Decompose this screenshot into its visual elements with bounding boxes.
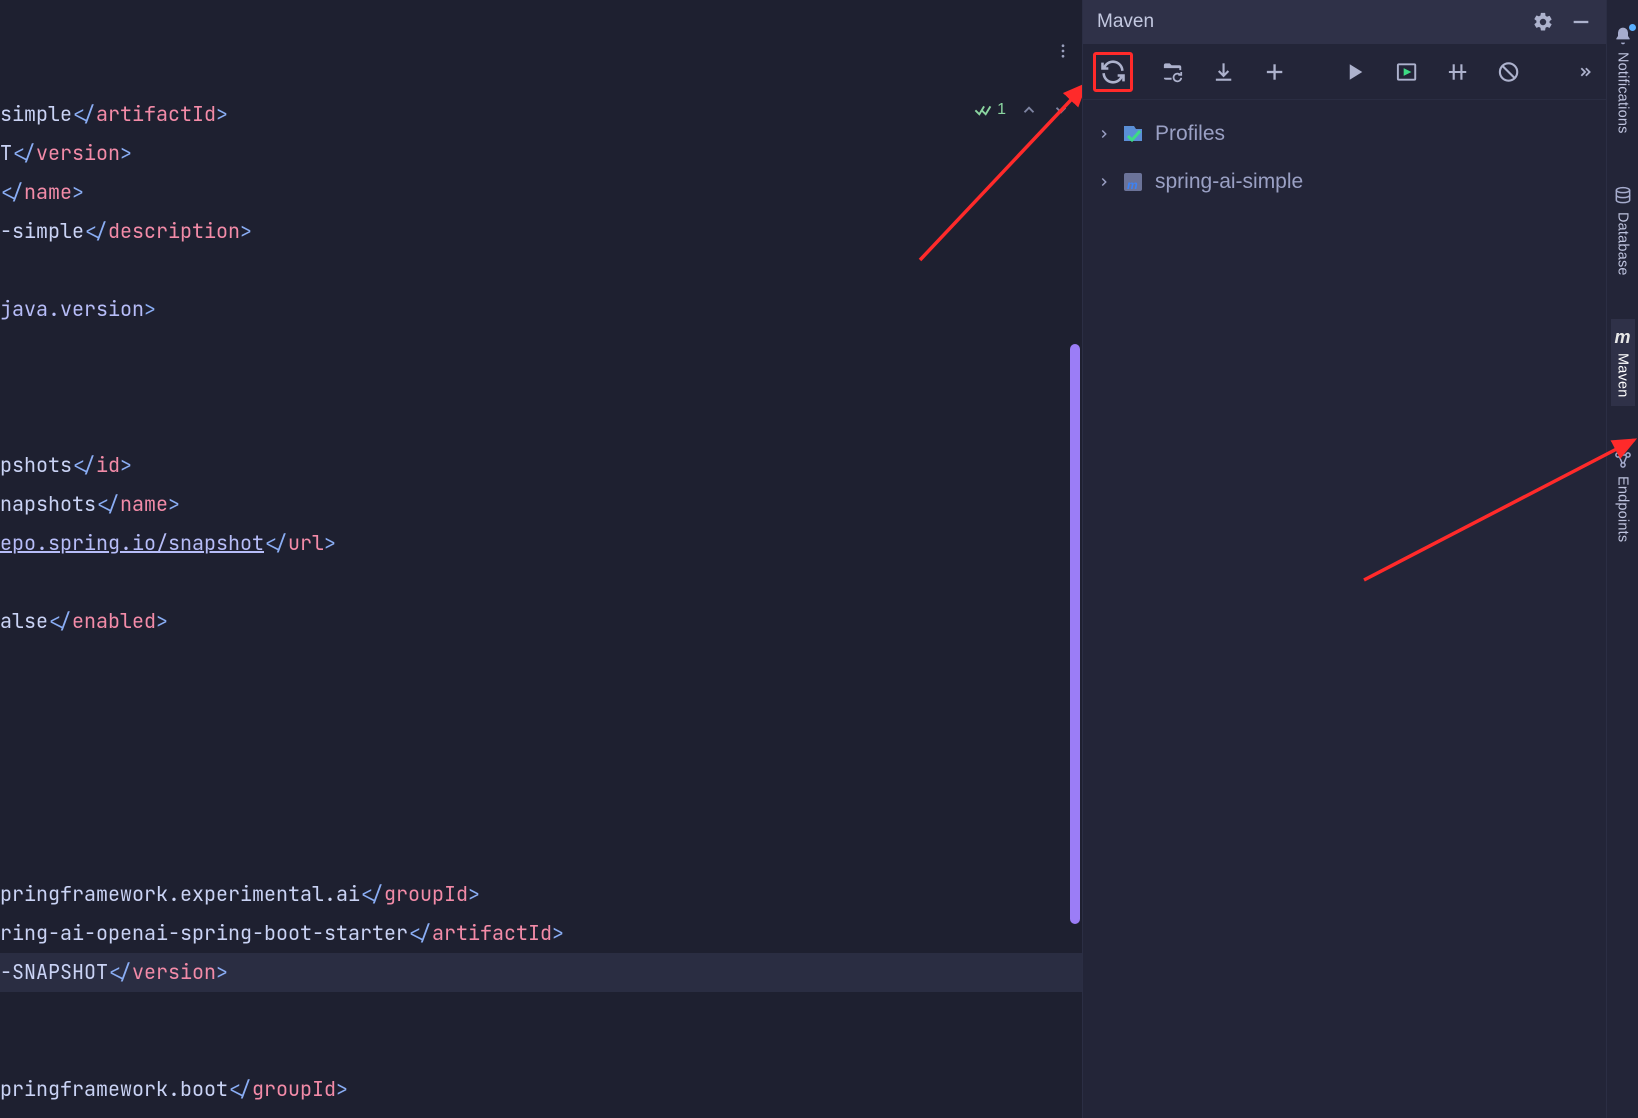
toggle-offline-icon[interactable] <box>1446 58 1469 86</box>
code-line[interactable] <box>0 251 1082 290</box>
tree-row-project[interactable]: m spring-ai-simple <box>1089 158 1600 206</box>
download-icon[interactable] <box>1212 58 1235 86</box>
svg-text:m: m <box>1127 178 1138 192</box>
chevron-right-icon <box>1097 175 1111 189</box>
rail-label: Maven <box>1615 353 1631 398</box>
maven-tree[interactable]: Profiles m spring-ai-simple <box>1083 100 1606 1118</box>
chevron-right-icon <box>1097 127 1111 141</box>
code-line[interactable]: T</version> <box>0 134 1082 173</box>
code-line[interactable] <box>0 641 1082 680</box>
tree-row-profiles[interactable]: Profiles <box>1089 110 1600 158</box>
code-line[interactable] <box>0 797 1082 836</box>
code-line[interactable] <box>0 719 1082 758</box>
code-line[interactable]: epo.spring.io/snapshot</url> <box>0 524 1082 563</box>
code-line[interactable]: pringframework.experimental.ai</groupId> <box>0 875 1082 914</box>
rail-label: Database <box>1615 212 1631 276</box>
code-line[interactable] <box>0 1031 1082 1070</box>
add-icon[interactable] <box>1263 58 1286 86</box>
more-toolbar-icon[interactable] <box>1576 58 1594 86</box>
code-line[interactable]: simple</artifactId> <box>0 95 1082 134</box>
folder-reload-icon[interactable] <box>1161 58 1184 86</box>
rail-item-notifications[interactable]: Notifications <box>1611 18 1635 142</box>
maven-header-title: Maven <box>1097 11 1522 33</box>
reload-icon[interactable] <box>1099 58 1127 86</box>
code-line[interactable] <box>0 407 1082 446</box>
run-icon[interactable] <box>1343 58 1366 86</box>
code-line[interactable] <box>0 680 1082 719</box>
editor-area: 1 simple</artifactId>T</version></name>-… <box>0 0 1082 1118</box>
maven-toolbar <box>1083 44 1606 100</box>
maven-icon: m <box>1613 327 1633 347</box>
code-line[interactable]: pshots</id> <box>0 446 1082 485</box>
database-icon <box>1613 186 1633 206</box>
gear-icon[interactable] <box>1532 11 1554 33</box>
maven-module-icon: m <box>1121 170 1145 194</box>
code-line[interactable] <box>0 563 1082 602</box>
code-line[interactable]: java.version> <box>0 290 1082 329</box>
rail-label: Notifications <box>1615 52 1631 134</box>
code-pane[interactable]: simple</artifactId>T</version></name>-si… <box>0 0 1082 1118</box>
tree-label: spring-ai-simple <box>1155 170 1303 194</box>
code-line[interactable]: alse</enabled> <box>0 602 1082 641</box>
maven-header: Maven <box>1083 0 1606 44</box>
rail-item-database[interactable]: Database <box>1611 178 1635 284</box>
code-line[interactable]: napshots</name> <box>0 485 1082 524</box>
code-line[interactable] <box>0 758 1082 797</box>
code-line[interactable]: </name> <box>0 173 1082 212</box>
scrollbar-thumb[interactable] <box>1070 344 1080 924</box>
skip-tests-icon[interactable] <box>1497 58 1520 86</box>
bell-icon <box>1613 26 1633 46</box>
profiles-icon <box>1121 122 1145 146</box>
minimize-icon[interactable] <box>1570 11 1592 33</box>
code-line[interactable] <box>0 992 1082 1031</box>
rail-item-endpoints[interactable]: Endpoints <box>1611 442 1635 550</box>
tree-label: Profiles <box>1155 122 1225 146</box>
code-line[interactable]: pringframework.boot</groupId> <box>0 1070 1082 1109</box>
run-config-icon[interactable] <box>1395 58 1418 86</box>
endpoints-icon <box>1613 450 1633 470</box>
right-tool-rail: Notifications Database m Maven Endpoints <box>1606 0 1638 1118</box>
code-line[interactable] <box>0 329 1082 368</box>
code-line[interactable]: -simple</description> <box>0 212 1082 251</box>
rail-item-maven[interactable]: m Maven <box>1611 319 1635 406</box>
code-line[interactable]: -SNAPSHOT</version> <box>0 953 1082 992</box>
code-line[interactable] <box>0 368 1082 407</box>
code-line[interactable]: ring-ai-openai-spring-boot-starter</arti… <box>0 914 1082 953</box>
maven-tool-window: Maven <box>1082 0 1606 1118</box>
code-line[interactable] <box>0 836 1082 875</box>
rail-label: Endpoints <box>1615 476 1631 542</box>
